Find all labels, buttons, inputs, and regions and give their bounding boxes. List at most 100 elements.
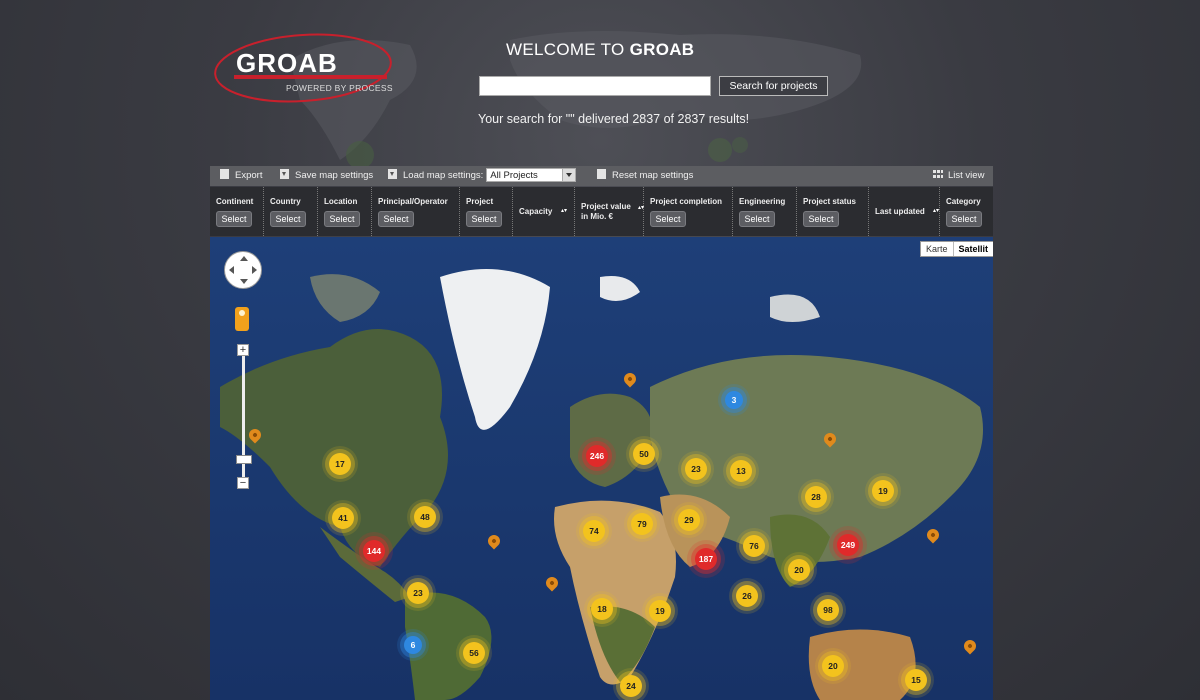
- cluster-marker[interactable]: 23: [685, 458, 707, 480]
- pegman-icon[interactable]: [235, 307, 249, 331]
- filter-select-button[interactable]: Select: [739, 211, 775, 227]
- filter-principal-operator: Principal/Operator Select: [372, 187, 460, 236]
- filter-select-button[interactable]: Select: [650, 211, 686, 227]
- pan-left-icon[interactable]: [229, 266, 234, 274]
- filter-label: Project status: [803, 197, 856, 206]
- satellite-map-image: [210, 237, 993, 700]
- cluster-marker[interactable]: 29: [678, 509, 700, 531]
- cluster-marker[interactable]: 48: [414, 506, 436, 528]
- save-label: Save map settings: [295, 170, 374, 181]
- cluster-marker[interactable]: 76: [743, 535, 765, 557]
- chevron-down-icon: [562, 169, 576, 182]
- cluster-marker[interactable]: 20: [788, 559, 810, 581]
- filter-engineering: Engineering Select: [733, 187, 797, 236]
- export-button[interactable]: Export: [220, 166, 262, 186]
- map-type-satellit[interactable]: Satellit: [952, 242, 993, 256]
- filter-label: Project completion: [650, 197, 723, 206]
- load-label: Load map settings:: [403, 170, 484, 181]
- export-icon: [220, 169, 229, 179]
- save-icon: [280, 169, 289, 179]
- cluster-marker[interactable]: 13: [730, 460, 752, 482]
- map-type-karte[interactable]: Karte: [921, 242, 953, 256]
- zoom-in-button[interactable]: +: [237, 344, 249, 356]
- list-view-icon: [933, 170, 943, 178]
- search-button[interactable]: Search for projects: [719, 76, 828, 96]
- search-result-summary: Your search for "" delivered 2837 of 283…: [478, 112, 750, 126]
- pan-up-icon[interactable]: [240, 256, 248, 261]
- cluster-marker[interactable]: 23: [407, 582, 429, 604]
- filter-label: Country: [270, 197, 301, 206]
- filter-last-updated[interactable]: Last updated ▴▾: [869, 187, 940, 236]
- list-view-label: List view: [948, 170, 985, 181]
- cluster-marker[interactable]: 15: [905, 669, 927, 691]
- cluster-marker[interactable]: 17: [329, 453, 351, 475]
- filter-select-button[interactable]: Select: [946, 211, 982, 227]
- filter-bar: Continent Select Country Select Location…: [210, 187, 993, 236]
- cluster-marker[interactable]: 28: [805, 486, 827, 508]
- cluster-marker[interactable]: 187: [695, 548, 717, 570]
- filter-select-button[interactable]: Select: [466, 211, 502, 227]
- cluster-marker[interactable]: 98: [817, 599, 839, 621]
- filter-category: Category Select: [940, 187, 993, 236]
- world-map[interactable]: Karte Satellit + − 17 41 48 144 23 6 56 …: [210, 237, 993, 700]
- cluster-marker[interactable]: 249: [837, 534, 859, 556]
- filter-label: Engineering: [739, 197, 786, 206]
- cluster-marker[interactable]: 246: [586, 445, 608, 467]
- zoom-slider-thumb[interactable]: [236, 455, 252, 464]
- filter-label: Location: [324, 197, 358, 206]
- cluster-marker[interactable]: 26: [736, 585, 758, 607]
- filter-location: Location Select: [318, 187, 372, 236]
- pan-down-icon[interactable]: [240, 279, 248, 284]
- filter-select-button[interactable]: Select: [378, 211, 414, 227]
- cluster-marker[interactable]: 144: [363, 540, 385, 562]
- reset-icon: [597, 169, 606, 179]
- cluster-marker[interactable]: 41: [332, 507, 354, 529]
- filter-label: Capacity: [519, 207, 553, 216]
- cluster-marker[interactable]: 20: [822, 655, 844, 677]
- cluster-marker[interactable]: 50: [633, 443, 655, 465]
- filter-label: Continent: [216, 197, 254, 206]
- filter-label: Category: [946, 197, 981, 206]
- filter-project-completion: Project completion Select: [644, 187, 733, 236]
- sort-icon: ▴▾: [933, 208, 940, 214]
- logo-tagline: POWERED BY PROCESS: [286, 83, 393, 93]
- logo-bar: [234, 75, 387, 79]
- filter-select-button[interactable]: Select: [216, 211, 252, 227]
- filter-project-value[interactable]: Project value in Mio. € ▴▾: [575, 187, 644, 236]
- load-settings-select[interactable]: All Projects: [486, 168, 577, 183]
- load-settings: Load map settings: All Projects: [388, 166, 577, 186]
- filter-label: Last updated: [875, 207, 925, 216]
- cluster-marker[interactable]: 56: [463, 642, 485, 664]
- cluster-marker[interactable]: 24: [620, 675, 642, 697]
- pan-right-icon[interactable]: [252, 266, 257, 274]
- load-settings-value: All Projects: [490, 170, 538, 182]
- reset-settings-button[interactable]: Reset map settings: [597, 166, 693, 186]
- welcome-brand: GROAB: [629, 40, 695, 59]
- cluster-marker[interactable]: 6: [404, 636, 422, 654]
- search-input[interactable]: [479, 76, 711, 96]
- zoom-out-button[interactable]: −: [237, 477, 249, 489]
- filter-capacity[interactable]: Capacity ▴▾: [513, 187, 575, 236]
- cluster-marker[interactable]: 3: [725, 391, 743, 409]
- map-type-toggle: Karte Satellit: [920, 241, 993, 257]
- cluster-marker[interactable]: 19: [649, 600, 671, 622]
- filter-select-button[interactable]: Select: [324, 211, 360, 227]
- cluster-marker[interactable]: 19: [872, 480, 894, 502]
- filter-label: Project value: [581, 202, 631, 211]
- welcome-prefix: WELCOME TO: [506, 40, 630, 59]
- pan-control[interactable]: [224, 251, 262, 289]
- sort-icon: ▴▾: [561, 208, 568, 214]
- filter-label: Principal/Operator: [378, 197, 448, 206]
- reset-label: Reset map settings: [612, 170, 694, 181]
- filter-select-button[interactable]: Select: [270, 211, 306, 227]
- cluster-marker[interactable]: 79: [631, 513, 653, 535]
- map-toolbar: Export Save map settings Load map settin…: [210, 166, 993, 186]
- filter-project-status: Project status Select: [797, 187, 869, 236]
- filter-continent: Continent Select: [210, 187, 264, 236]
- list-view-button[interactable]: List view: [933, 166, 984, 186]
- filter-select-button[interactable]: Select: [803, 211, 839, 227]
- groab-logo[interactable]: GROAB POWERED BY PROCESS: [208, 28, 398, 106]
- cluster-marker[interactable]: 74: [583, 520, 605, 542]
- cluster-marker[interactable]: 18: [591, 598, 613, 620]
- save-settings-button[interactable]: Save map settings: [280, 166, 373, 186]
